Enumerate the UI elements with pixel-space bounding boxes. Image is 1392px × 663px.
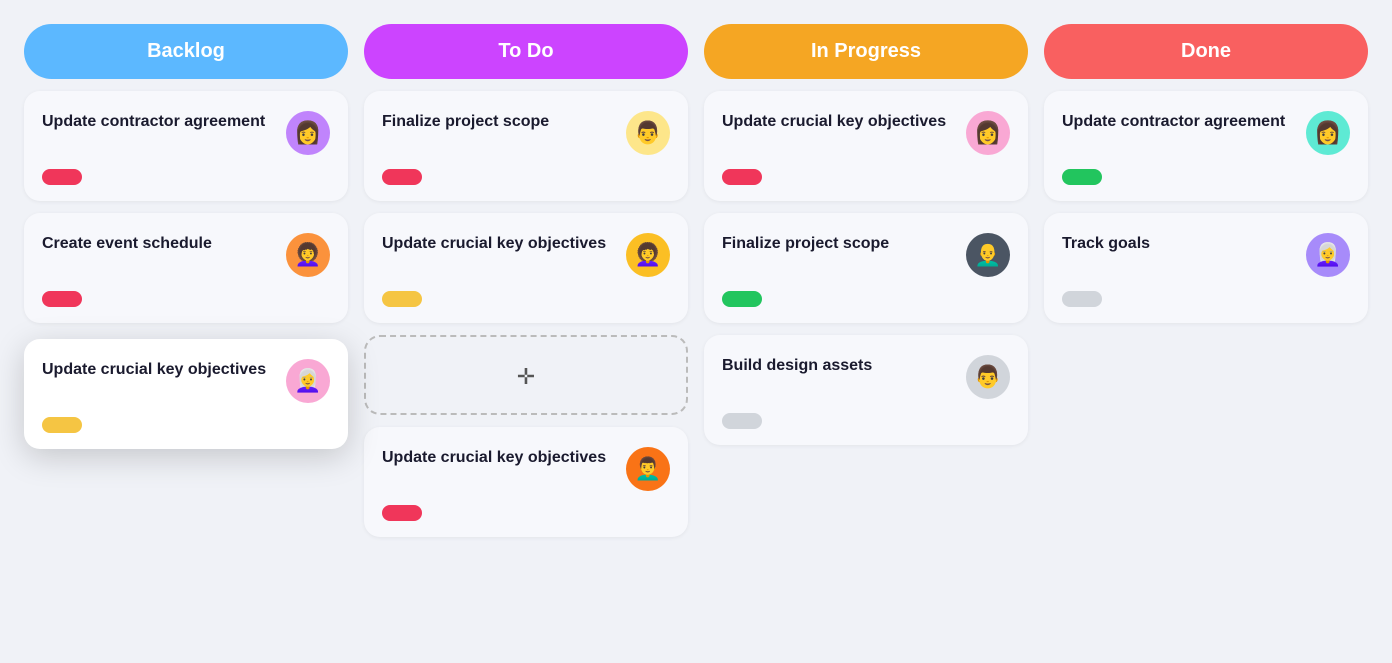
card-b1-row: Update contractor agreement 👩 xyxy=(42,111,330,155)
card-t3-title: Update crucial key objectives xyxy=(382,447,626,469)
card-b1-badge xyxy=(42,169,82,185)
column-done: Done Update contractor agreement 👩 Track… xyxy=(1044,24,1368,323)
card-dragging[interactable]: Update crucial key objectives 👩‍🦳 xyxy=(24,339,348,449)
kanban-board: Backlog Update contractor agreement 👩 Cr… xyxy=(24,24,1368,537)
column-backlog: Backlog Update contractor agreement 👩 Cr… xyxy=(24,24,348,449)
card-ip1-avatar: 👩 xyxy=(966,111,1010,155)
card-d1-title: Update contractor agreement xyxy=(1062,111,1306,133)
card-d2-badge xyxy=(1062,291,1102,307)
column-header-backlog: Backlog xyxy=(24,24,348,79)
card-dragging-title: Update crucial key objectives xyxy=(42,359,286,381)
card-b1-avatar: 👩 xyxy=(286,111,330,155)
card-t1-row: Finalize project scope 👨 xyxy=(382,111,670,155)
card-drop-placeholder[interactable]: ✛ xyxy=(364,335,688,415)
card-t1-avatar: 👨 xyxy=(626,111,670,155)
card-t3-badge xyxy=(382,505,422,521)
card-d1-row: Update contractor agreement 👩 xyxy=(1062,111,1350,155)
card-ip3-badge xyxy=(722,413,762,429)
card-ip3[interactable]: Build design assets 👨 xyxy=(704,335,1028,445)
card-d1[interactable]: Update contractor agreement 👩 xyxy=(1044,91,1368,201)
drag-icon: ✛ xyxy=(517,364,535,390)
card-dragging-row: Update crucial key objectives 👩‍🦳 xyxy=(42,359,330,403)
card-t3-avatar: 👨‍🦱 xyxy=(626,447,670,491)
card-t1-badge xyxy=(382,169,422,185)
card-b2-row: Create event schedule 👩‍🦱 xyxy=(42,233,330,277)
card-d2-title: Track goals xyxy=(1062,233,1306,255)
column-todo: To Do Finalize project scope 👨 Update cr… xyxy=(364,24,688,537)
card-b1-title: Update contractor agreement xyxy=(42,111,286,133)
column-header-done: Done xyxy=(1044,24,1368,79)
card-t2-title: Update crucial key objectives xyxy=(382,233,626,255)
card-ip2-badge xyxy=(722,291,762,307)
card-d2-row: Track goals 👩‍🦳 xyxy=(1062,233,1350,277)
card-b2-avatar: 👩‍🦱 xyxy=(286,233,330,277)
column-header-todo: To Do xyxy=(364,24,688,79)
card-t2-avatar: 👩‍🦱 xyxy=(626,233,670,277)
card-t1[interactable]: Finalize project scope 👨 xyxy=(364,91,688,201)
card-d1-badge xyxy=(1062,169,1102,185)
card-t2-row: Update crucial key objectives 👩‍🦱 xyxy=(382,233,670,277)
card-ip3-title: Build design assets xyxy=(722,355,966,377)
card-b2-title: Create event schedule xyxy=(42,233,286,255)
card-ip2-avatar: 👨‍🦲 xyxy=(966,233,1010,277)
card-b2[interactable]: Create event schedule 👩‍🦱 xyxy=(24,213,348,323)
column-inprogress: In Progress Update crucial key objective… xyxy=(704,24,1028,445)
card-ip2-row: Finalize project scope 👨‍🦲 xyxy=(722,233,1010,277)
card-ip1-badge xyxy=(722,169,762,185)
card-t2-badge xyxy=(382,291,422,307)
card-t3-row: Update crucial key objectives 👨‍🦱 xyxy=(382,447,670,491)
card-d2[interactable]: Track goals 👩‍🦳 xyxy=(1044,213,1368,323)
card-ip2-title: Finalize project scope xyxy=(722,233,966,255)
card-b2-badge xyxy=(42,291,82,307)
card-ip1-row: Update crucial key objectives 👩 xyxy=(722,111,1010,155)
card-ip3-row: Build design assets 👨 xyxy=(722,355,1010,399)
card-ip2[interactable]: Finalize project scope 👨‍🦲 xyxy=(704,213,1028,323)
card-ip1-title: Update crucial key objectives xyxy=(722,111,966,133)
card-t3[interactable]: Update crucial key objectives 👨‍🦱 xyxy=(364,427,688,537)
card-t2[interactable]: Update crucial key objectives 👩‍🦱 xyxy=(364,213,688,323)
card-d1-avatar: 👩 xyxy=(1306,111,1350,155)
card-b1[interactable]: Update contractor agreement 👩 xyxy=(24,91,348,201)
column-header-inprogress: In Progress xyxy=(704,24,1028,79)
card-t1-title: Finalize project scope xyxy=(382,111,626,133)
card-ip3-avatar: 👨 xyxy=(966,355,1010,399)
card-ip1[interactable]: Update crucial key objectives 👩 xyxy=(704,91,1028,201)
card-d2-avatar: 👩‍🦳 xyxy=(1306,233,1350,277)
card-dragging-badge xyxy=(42,417,82,433)
card-dragging-avatar: 👩‍🦳 xyxy=(286,359,330,403)
